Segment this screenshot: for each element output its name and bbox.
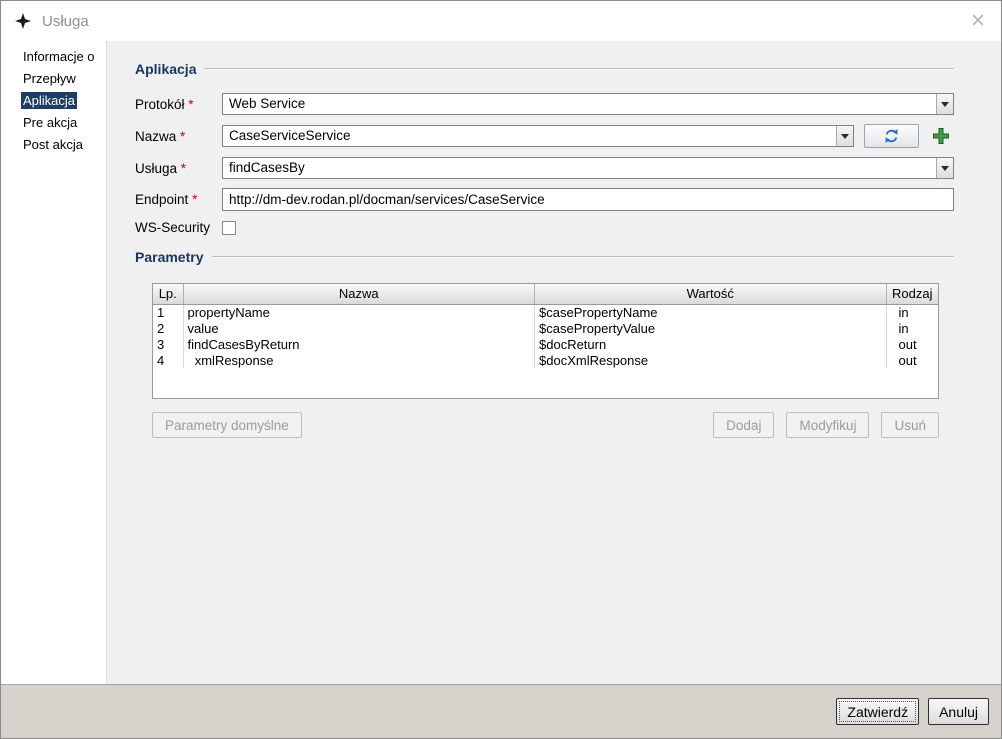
content-panel: Aplikacja Protokół * Web Service Nazwa *…: [106, 41, 1001, 684]
endpoint-label: Endpoint *: [135, 192, 222, 207]
usluga-label: Usługa *: [135, 161, 222, 176]
column-header-lp: Lp.: [153, 284, 183, 304]
add-parameter-button[interactable]: Dodaj: [713, 412, 774, 438]
close-icon[interactable]: ×: [967, 11, 989, 31]
cancel-button[interactable]: Anuluj: [928, 698, 989, 725]
sidebar-item-informacje[interactable]: Informacje o: [1, 46, 106, 68]
usluga-value: findCasesBy: [223, 158, 936, 178]
parameters-table: Lp. Nazwa Wartość Rodzaj 1 propertyName …: [152, 283, 939, 399]
refresh-button[interactable]: [864, 124, 919, 148]
protokol-dropdown[interactable]: Web Service: [222, 93, 954, 115]
row-usluga: Usługa * findCasesBy: [135, 157, 954, 179]
table-row[interactable]: 4 xmlResponse $docXmlResponse out: [153, 352, 938, 368]
column-header-nazwa: Nazwa: [183, 284, 535, 304]
section-divider: [212, 256, 955, 258]
refresh-icon: [883, 128, 900, 144]
chevron-down-icon[interactable]: [836, 126, 853, 146]
sidebar-item-przeplyw[interactable]: Przepływ: [1, 68, 106, 90]
nazwa-dropdown[interactable]: CaseServiceService: [222, 125, 854, 147]
row-ws-security: WS-Security: [135, 220, 954, 235]
usluga-dropdown[interactable]: findCasesBy: [222, 157, 954, 179]
dialog-usluga: Usługa × Informacje o Przepływ Aplikacja…: [0, 0, 1002, 739]
required-marker: *: [181, 161, 186, 176]
table-header-row: Lp. Nazwa Wartość Rodzaj: [153, 284, 938, 304]
required-marker: *: [188, 97, 193, 112]
add-service-button[interactable]: [927, 124, 954, 148]
section-title-parametry: Parametry: [135, 249, 204, 265]
default-parameters-button[interactable]: Parametry domyślne: [152, 412, 302, 438]
section-title-aplikacja: Aplikacja: [135, 61, 196, 77]
sidebar-item-post-akcja[interactable]: Post akcja: [1, 134, 106, 156]
section-aplikacja: Aplikacja: [135, 61, 954, 77]
sidebar-item-aplikacja[interactable]: Aplikacja: [1, 90, 106, 112]
parameters-button-bar: Parametry domyślne Dodaj Modyfikuj Usuń: [152, 412, 939, 438]
required-marker: *: [180, 129, 185, 144]
nazwa-label: Nazwa *: [135, 129, 222, 144]
chevron-down-icon[interactable]: [936, 158, 953, 178]
table-row[interactable]: 2 value $casePropertyValue in: [153, 320, 938, 336]
required-marker: *: [192, 192, 197, 207]
column-header-rodzaj: Rodzaj: [886, 284, 938, 304]
endpoint-input[interactable]: [222, 188, 954, 211]
dialog-body: Informacje o Przepływ Aplikacja Pre akcj…: [1, 41, 1001, 684]
modify-parameter-button[interactable]: Modyfikuj: [786, 412, 869, 438]
section-divider: [204, 68, 954, 70]
row-protokol: Protokół * Web Service: [135, 93, 954, 115]
column-header-wartosc: Wartość: [535, 284, 887, 304]
table-row[interactable]: 3 findCasesByReturn $docReturn out: [153, 336, 938, 352]
window-icon: [15, 13, 33, 29]
window-title: Usługa: [42, 13, 89, 30]
row-endpoint: Endpoint *: [135, 188, 954, 211]
sidebar-item-pre-akcja[interactable]: Pre akcja: [1, 112, 106, 134]
table-row[interactable]: 1 propertyName $casePropertyName in: [153, 304, 938, 320]
chevron-down-icon[interactable]: [936, 94, 953, 114]
titlebar: Usługa ×: [1, 1, 1001, 41]
footer-bar: Zatwierdź Anuluj: [1, 684, 1001, 738]
protokol-label: Protokół *: [135, 97, 222, 112]
nazwa-value: CaseServiceService: [223, 126, 836, 146]
protokol-value: Web Service: [223, 94, 936, 114]
row-nazwa: Nazwa * CaseServiceService: [135, 124, 954, 148]
confirm-button[interactable]: Zatwierdź: [836, 698, 919, 725]
ws-security-label: WS-Security: [135, 220, 222, 235]
plus-icon: [931, 126, 951, 146]
section-parametry: Parametry: [135, 249, 954, 265]
sidebar: Informacje o Przepływ Aplikacja Pre akcj…: [1, 41, 106, 684]
remove-parameter-button[interactable]: Usuń: [881, 412, 939, 438]
ws-security-checkbox[interactable]: [222, 221, 236, 235]
